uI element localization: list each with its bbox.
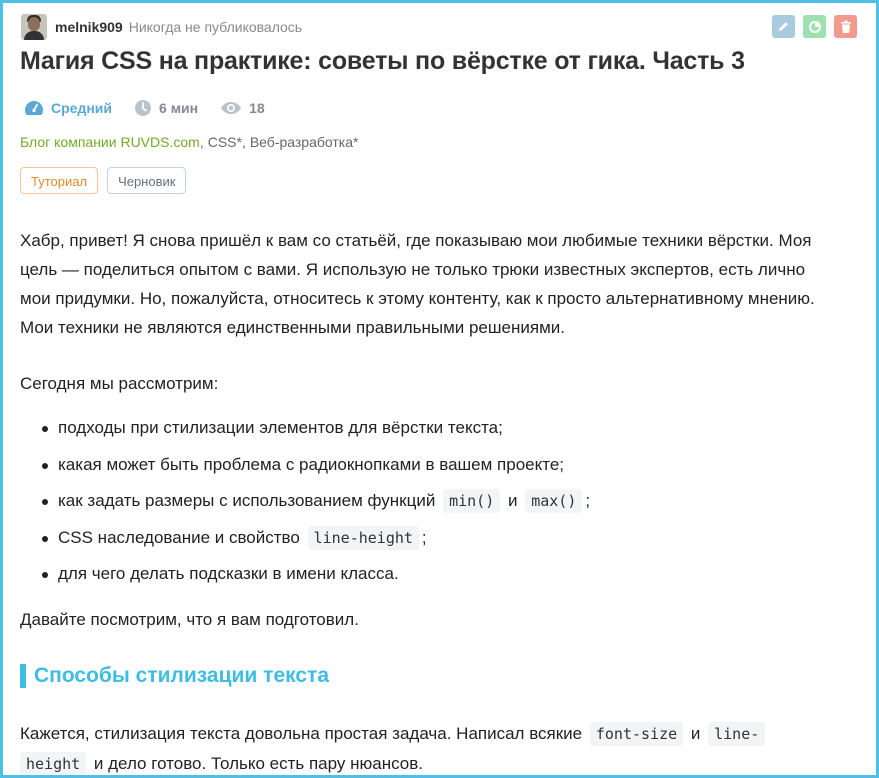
article-editor-window: melnik909 Никогда не публиковалось Магия… xyxy=(0,0,879,778)
list-item: как задать размеры с использованием функ… xyxy=(20,483,590,520)
article-badges: Туториал Черновик xyxy=(20,167,187,194)
list-item-text: для чего делать подсказки в имени класса… xyxy=(58,564,399,583)
views-value: 18 xyxy=(249,100,265,116)
heading-accent-bar xyxy=(20,664,26,688)
edit-button[interactable] xyxy=(772,15,795,38)
list-item-text: CSS наследование и свойство xyxy=(58,527,300,547)
clock-icon xyxy=(135,100,152,116)
section-heading: Способы стилизации текста xyxy=(20,663,329,689)
author-username[interactable]: melnik909 xyxy=(55,19,123,35)
inline-code: font-size xyxy=(589,722,684,746)
list-item-text: подходы при стилизации элементов для вёр… xyxy=(58,418,503,437)
paragraph-text: Кажется, стилизация текста довольна прос… xyxy=(20,724,583,743)
inline-code: min() xyxy=(443,489,501,513)
intro-paragraph: Хабр, привет! Я снова пришёл к вам со ст… xyxy=(20,231,815,337)
list-item: какая может быть проблема с радиокнопкам… xyxy=(20,447,590,484)
article-title: Магия CSS на практике: советы по вёрстке… xyxy=(20,47,745,75)
lets-see-paragraph: Давайте посмотрим, что я вам подготовил. xyxy=(20,610,359,629)
list-item: CSS наследование и свойство line-height; xyxy=(20,520,590,557)
author-row: melnik909 Никогда не публиковалось xyxy=(20,13,302,41)
hub-separator: , xyxy=(199,134,204,150)
pencil-icon xyxy=(779,22,788,31)
list-item: подходы при стилизации элементов для вёр… xyxy=(20,410,590,447)
list-item-text: и xyxy=(507,491,518,510)
list-item-text: ; xyxy=(585,491,591,510)
section-paragraph: Кажется, стилизация текста довольна прос… xyxy=(20,719,840,775)
difficulty-indicator: Средний xyxy=(24,100,112,116)
publication-status: Никогда не публиковалось xyxy=(128,19,303,35)
delete-button[interactable] xyxy=(834,15,857,38)
stats-button[interactable] xyxy=(803,15,826,38)
tutorial-badge: Туториал xyxy=(20,167,99,194)
list-item: для чего делать подсказки в имени класса… xyxy=(20,556,590,593)
hub-company-blog[interactable]: Блог компании RUVDS.com xyxy=(20,134,200,150)
difficulty-label: Средний xyxy=(51,100,113,116)
topics-list: подходы при стилизации элементов для вёр… xyxy=(20,410,590,593)
trash-icon xyxy=(840,20,851,33)
hub-separator: , xyxy=(241,134,246,150)
reading-time: 6 мин xyxy=(134,99,198,117)
inline-code: height xyxy=(20,752,87,775)
article-meta: Средний 6 мин 18 xyxy=(20,97,287,119)
inline-code: line- xyxy=(708,722,766,746)
views-counter: 18 xyxy=(220,100,265,116)
hub-web-dev[interactable]: Веб-разработка* xyxy=(250,134,359,150)
inline-code: line-height xyxy=(307,525,419,550)
hubs-list: Блог компании RUVDS.com, CSS*, Веб-разрабо… xyxy=(20,134,358,150)
article-actions xyxy=(772,15,857,38)
paragraph-text: и дело готово. Только есть пару нюансов. xyxy=(93,754,424,773)
paragraph-text: и xyxy=(690,724,701,743)
inline-code: max() xyxy=(525,489,583,513)
section-heading-text: Способы стилизации текста xyxy=(34,664,330,687)
list-item-text: ; xyxy=(421,527,427,547)
eye-icon xyxy=(221,102,242,114)
draft-badge: Черновик xyxy=(107,167,187,194)
avatar[interactable] xyxy=(21,14,47,40)
hub-css[interactable]: CSS* xyxy=(208,134,242,150)
list-item-text: какая может быть проблема с радиокнопкам… xyxy=(58,454,565,474)
reading-time-value: 6 мин xyxy=(159,100,199,116)
list-item-text: как задать размеры с использованием функ… xyxy=(58,491,436,510)
pie-chart-icon xyxy=(808,20,821,33)
today-paragraph: Сегодня мы рассмотрим: xyxy=(20,374,219,393)
difficulty-icon xyxy=(25,101,43,115)
